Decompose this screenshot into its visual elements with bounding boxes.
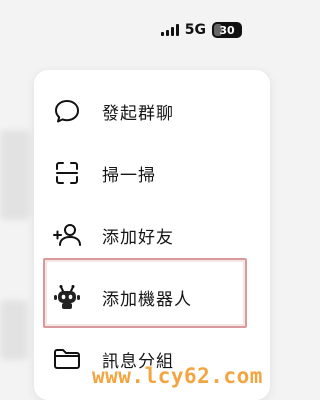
menu-item-start-group-chat[interactable]: 發起群聊	[34, 80, 270, 142]
highlight-annotation	[43, 258, 247, 328]
menu-item-add-friend[interactable]: 添加好友	[34, 204, 270, 266]
background-content	[0, 300, 28, 360]
signal-icon	[160, 24, 179, 36]
chat-bubble-icon	[52, 96, 82, 126]
scan-icon	[52, 158, 82, 188]
menu-item-label: 添加好友	[102, 227, 174, 248]
status-bar: 5G 30	[160, 20, 242, 40]
battery-percentage: 30	[219, 23, 235, 37]
add-friend-icon	[52, 220, 82, 250]
background-content	[0, 130, 30, 220]
watermark-text: www.lcy62.com	[92, 364, 263, 388]
folder-icon	[52, 344, 82, 374]
menu-item-scan[interactable]: 掃一掃	[34, 142, 270, 204]
network-type: 5G	[184, 22, 206, 38]
popup-menu: 發起群聊 掃一掃 添加好友 添加機器人 訊息分組	[34, 70, 270, 400]
menu-item-label: 發起群聊	[102, 103, 174, 124]
menu-item-label: 掃一掃	[102, 165, 156, 186]
battery-icon: 30	[212, 22, 242, 38]
